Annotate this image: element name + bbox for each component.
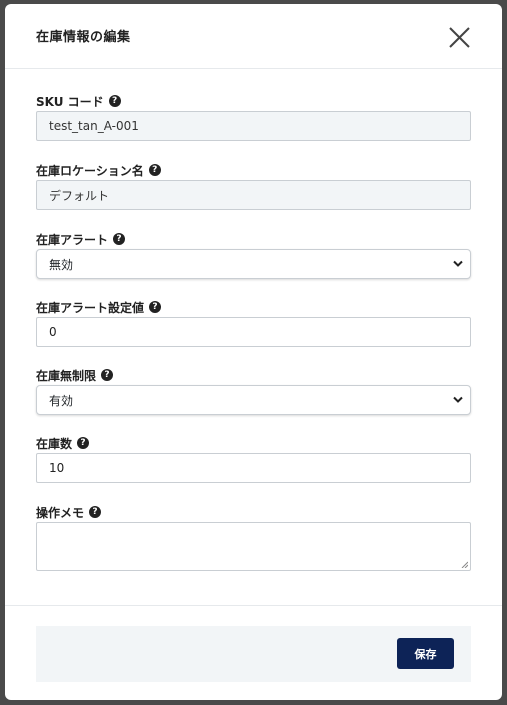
- question-circle-icon[interactable]: ?: [148, 164, 161, 176]
- chevron-down-icon: [453, 260, 463, 267]
- question-circle-icon[interactable]: ?: [113, 233, 126, 245]
- stock-alert-label: 在庫アラート ?: [36, 231, 126, 247]
- close-icon: [449, 27, 470, 48]
- unlimited-stock-selected-value: 有効: [49, 393, 74, 408]
- location-name-label-text: 在庫ロケーション名: [36, 163, 144, 178]
- stock-alert-threshold-label-text: 在庫アラート設定値: [36, 300, 145, 315]
- stock-alert-select[interactable]: 無効: [36, 249, 471, 279]
- stock-quantity-value: 10: [49, 461, 65, 475]
- sku-code-label-text: SKU コード: [36, 94, 104, 109]
- modal-title: 在庫情報の編集: [36, 30, 131, 45]
- location-name-label: 在庫ロケーション名 ?: [36, 162, 161, 178]
- modal-footer: 保存: [36, 626, 471, 682]
- sku-code-input[interactable]: test_tan_A-001: [36, 111, 471, 141]
- modal-header: 在庫情報の編集: [5, 4, 502, 69]
- stock-alert-threshold-input[interactable]: 0: [36, 317, 471, 347]
- stock-alert-threshold-label: 在庫アラート設定値 ?: [36, 299, 162, 315]
- stock-alert-selected-value: 無効: [49, 257, 74, 272]
- footer-divider: [5, 605, 502, 606]
- stock-quantity-label: 在庫数 ?: [36, 435, 90, 451]
- question-circle-icon[interactable]: ?: [101, 369, 114, 381]
- close-button[interactable]: [447, 25, 472, 50]
- stock-quantity-input[interactable]: 10: [36, 453, 471, 483]
- stock-alert-label-text: 在庫アラート: [36, 232, 109, 247]
- unlimited-stock-select[interactable]: 有効: [36, 385, 471, 415]
- sku-code-value: test_tan_A-001: [49, 119, 139, 133]
- save-button[interactable]: 保存: [397, 638, 454, 669]
- question-circle-icon[interactable]: ?: [108, 95, 121, 107]
- location-name-input[interactable]: デフォルト: [36, 180, 471, 210]
- edit-inventory-modal: 在庫情報の編集 SKU コード ? test_tan_A-001 在庫ロケーショ…: [5, 4, 502, 700]
- chevron-down-icon: [453, 396, 463, 403]
- unlimited-stock-label: 在庫無制限 ?: [36, 367, 114, 383]
- operation-memo-label-text: 操作メモ: [36, 505, 85, 520]
- question-circle-icon[interactable]: ?: [149, 301, 162, 313]
- stock-quantity-label-text: 在庫数: [36, 436, 73, 451]
- location-name-value: デフォルト: [49, 188, 110, 203]
- question-circle-icon[interactable]: ?: [89, 506, 102, 518]
- stock-alert-threshold-value: 0: [49, 325, 57, 339]
- unlimited-stock-label-text: 在庫無制限: [36, 368, 97, 383]
- sku-code-label: SKU コード ?: [36, 93, 121, 109]
- question-circle-icon[interactable]: ?: [77, 437, 90, 449]
- operation-memo-textarea[interactable]: [36, 522, 471, 571]
- resize-handle-icon[interactable]: [461, 561, 468, 568]
- operation-memo-label: 操作メモ ?: [36, 504, 102, 520]
